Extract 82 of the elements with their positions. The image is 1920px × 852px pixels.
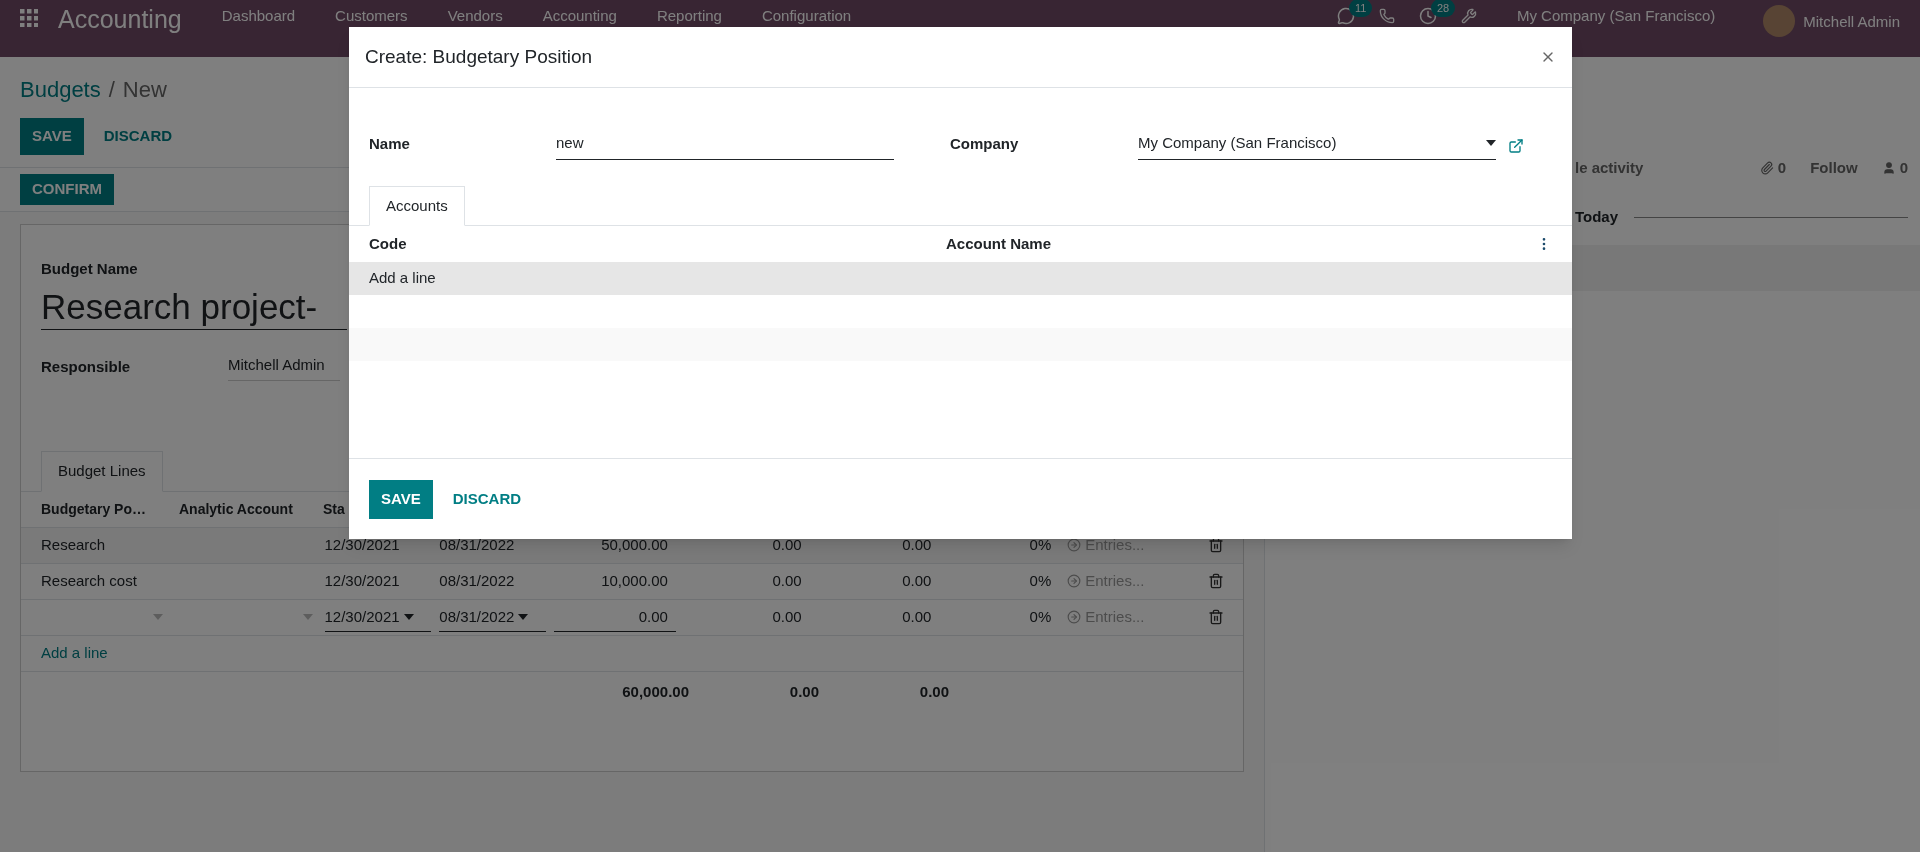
caret-icon (302, 614, 313, 621)
table-cell: 0.00 (772, 572, 802, 589)
column-header[interactable]: Analytic Account (179, 501, 293, 517)
tab[interactable]: Accounts (369, 185, 465, 226)
table-cell: 12/30/2021 (324, 572, 400, 589)
arrow-circle-icon (1067, 574, 1082, 589)
column-header[interactable]: Budgetary Po… (41, 501, 146, 517)
save-button[interactable]: SAVE (369, 479, 433, 519)
external-link-icon[interactable] (1508, 137, 1524, 154)
followers-count[interactable]: 0 (1899, 156, 1908, 180)
field-label: Name (369, 134, 411, 154)
caret-icon (403, 613, 414, 620)
app-title[interactable]: Accounting (58, 5, 182, 33)
menu-item[interactable]: Configuration (761, 7, 852, 25)
table-cell: 12/30/2021 (324, 536, 400, 553)
company-select[interactable]: My Company (San Francisco) (1138, 132, 1496, 160)
save-button[interactable]: SAVE (20, 118, 84, 155)
discard-button[interactable]: DISCARD (440, 479, 534, 519)
budget-name-field[interactable]: Research project- (41, 285, 347, 330)
caret-icon (1486, 140, 1496, 147)
column-header[interactable]: Sta (323, 501, 345, 517)
table-cell-text: 50,000.00 (601, 536, 669, 553)
caret-icon (152, 614, 163, 621)
table-cell: 0% (1029, 536, 1052, 553)
table-cell-text: 10,000.00 (601, 572, 669, 589)
menu-item[interactable]: Vendors (447, 7, 503, 25)
table-cell: 0.00 (902, 536, 932, 553)
arrow-circle-icon (1067, 610, 1082, 625)
apps-menu-icon[interactable] (20, 9, 38, 27)
responsible-field[interactable]: Mitchell Admin (228, 353, 340, 382)
date-field[interactable]: 12/30/2021 (324, 602, 432, 633)
company-switcher[interactable]: My Company (San Francisco) (1516, 7, 1716, 25)
field-label: Budget Name (41, 260, 138, 277)
name-field[interactable]: new (556, 132, 894, 160)
delete-icon[interactable] (1208, 537, 1224, 554)
table-cell: 08/31/2022 (439, 572, 515, 589)
user-menu[interactable]: Mitchell Admin (1803, 13, 1900, 31)
table-cell: 0% (1029, 608, 1052, 625)
breadcrumb-current: New (122, 76, 167, 104)
add-line-link[interactable]: Add a line (349, 262, 1572, 295)
chat-icon[interactable] (1336, 7, 1355, 25)
table-cell: 0.00 (772, 608, 802, 625)
total-cell: 60,000.00 (622, 682, 689, 700)
total-cell: 0.00 (789, 682, 819, 700)
table-cell: 0.00 (902, 608, 932, 625)
menu-item[interactable]: Customers (335, 7, 408, 25)
notification-badge: 28 (1430, 0, 1456, 17)
column-header[interactable]: Account Name (946, 232, 1052, 256)
add-line-link[interactable]: Add a line (41, 642, 108, 665)
caret-icon (518, 613, 529, 620)
attachments-count[interactable]: 0 (1777, 156, 1787, 180)
breadcrumb-separator: / (108, 76, 115, 104)
amount-field[interactable]: 0.00 (554, 602, 676, 633)
table-cell: 0.00 (902, 572, 932, 589)
confirm-button[interactable]: CONFIRM (20, 174, 114, 205)
menu-item[interactable]: Accounting (542, 7, 617, 25)
paperclip-icon (1759, 161, 1774, 175)
date-field[interactable]: 08/31/2022 (439, 602, 547, 633)
table-cell: 0% (1029, 572, 1052, 589)
schedule-activity-link[interactable]: le activity (1575, 156, 1644, 180)
field-label: Company (950, 134, 1020, 154)
clock-icon[interactable] (1418, 7, 1437, 25)
table-cell: 0.00 (772, 536, 802, 553)
field-label: Responsible (41, 357, 132, 378)
follow-button[interactable]: Follow (1810, 156, 1858, 180)
wrench-icon[interactable] (1460, 8, 1477, 24)
tab[interactable]: Budget Lines (41, 451, 163, 492)
notification-badge: 11 (1348, 0, 1373, 17)
table-cell: 08/31/2022 (439, 536, 515, 553)
discard-button[interactable]: DISCARD (91, 118, 185, 155)
menu-item[interactable]: Dashboard (221, 7, 296, 25)
date-separator: Today (1575, 207, 1619, 227)
dialog-title: Create: Budgetary Position (365, 44, 593, 69)
table-cell-text: Research (41, 535, 106, 555)
arrow-circle-icon (1067, 538, 1082, 553)
menu-item[interactable]: Reporting (656, 7, 722, 25)
phone-icon[interactable] (1378, 8, 1395, 24)
table-cell-text: Research cost (41, 571, 137, 591)
total-cell: 0.00 (919, 682, 949, 700)
person-icon (1881, 161, 1896, 175)
column-header[interactable]: Code (369, 232, 946, 256)
breadcrumb-link[interactable]: Budgets (20, 73, 101, 106)
